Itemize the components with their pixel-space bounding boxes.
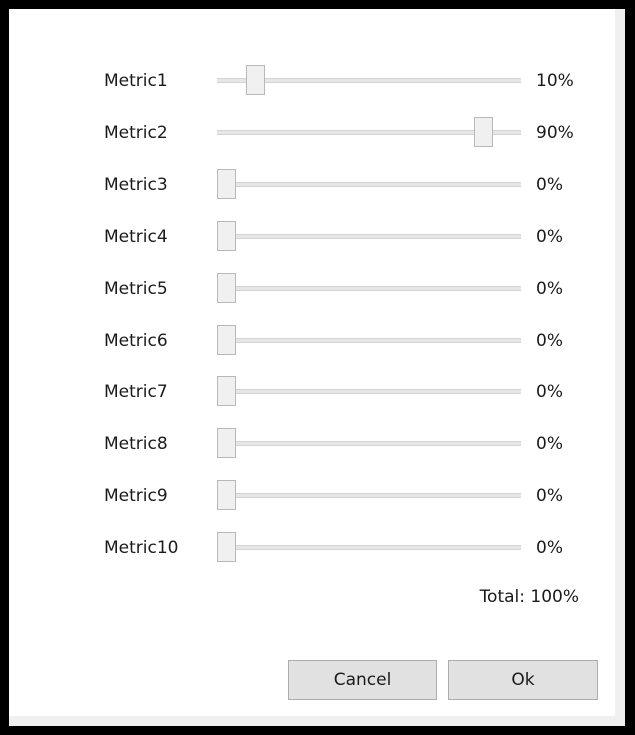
metric-label: Metric1 bbox=[104, 71, 168, 91]
metric-row: Metric7 0% bbox=[9, 372, 615, 412]
metric-label: Metric9 bbox=[104, 486, 168, 506]
metric-label: Metric6 bbox=[104, 331, 168, 351]
metric-label: Metric2 bbox=[104, 123, 168, 143]
metric-value: 0% bbox=[536, 279, 563, 299]
metric-label: Metric3 bbox=[104, 175, 168, 195]
slider-track[interactable] bbox=[217, 338, 521, 343]
metric-slider[interactable] bbox=[217, 528, 521, 568]
metric-value: 0% bbox=[536, 175, 563, 195]
metric-label: Metric8 bbox=[104, 434, 168, 454]
slider-thumb[interactable] bbox=[217, 273, 236, 303]
slider-thumb[interactable] bbox=[474, 117, 493, 147]
slider-thumb[interactable] bbox=[217, 221, 236, 251]
slider-thumb[interactable] bbox=[217, 325, 236, 355]
slider-track[interactable] bbox=[217, 493, 521, 498]
window-frame: Metric1 10% Metric2 90% Metric3 0% Metric4 0% Me… bbox=[0, 0, 635, 735]
metric-row: Metric1 10% bbox=[9, 61, 615, 101]
metric-slider[interactable] bbox=[217, 476, 521, 516]
metric-value: 0% bbox=[536, 486, 563, 506]
metric-slider[interactable] bbox=[217, 372, 521, 412]
metric-row: Metric8 0% bbox=[9, 424, 615, 464]
metric-label: Metric7 bbox=[104, 382, 168, 402]
metric-label: Metric4 bbox=[104, 227, 168, 247]
metric-weights-dialog: Metric1 10% Metric2 90% Metric3 0% Metric4 0% Me… bbox=[9, 9, 625, 726]
metric-row: Metric3 0% bbox=[9, 165, 615, 205]
metric-value: 0% bbox=[536, 382, 563, 402]
slider-track[interactable] bbox=[217, 441, 521, 446]
metric-value: 10% bbox=[536, 71, 574, 91]
slider-thumb[interactable] bbox=[246, 65, 265, 95]
metric-row: Metric9 0% bbox=[9, 476, 615, 516]
metric-value: 90% bbox=[536, 123, 574, 143]
metric-label: Metric10 bbox=[104, 538, 179, 558]
ok-button[interactable]: Ok bbox=[448, 660, 598, 700]
metric-value: 0% bbox=[536, 331, 563, 351]
slider-thumb[interactable] bbox=[217, 480, 236, 510]
metric-row: Metric6 0% bbox=[9, 321, 615, 361]
cancel-button[interactable]: Cancel bbox=[288, 660, 437, 700]
metric-slider[interactable] bbox=[217, 424, 521, 464]
slider-thumb[interactable] bbox=[217, 532, 236, 562]
metric-slider[interactable] bbox=[217, 113, 521, 153]
slider-track[interactable] bbox=[217, 286, 521, 291]
metric-label: Metric5 bbox=[104, 279, 168, 299]
metric-slider[interactable] bbox=[217, 269, 521, 309]
slider-track[interactable] bbox=[217, 182, 521, 187]
metric-value: 0% bbox=[536, 538, 563, 558]
slider-thumb[interactable] bbox=[217, 169, 236, 199]
metric-value: 0% bbox=[536, 227, 563, 247]
metric-slider[interactable] bbox=[217, 165, 521, 205]
total-label: Total: 100% bbox=[479, 587, 579, 607]
slider-thumb[interactable] bbox=[217, 428, 236, 458]
slider-track[interactable] bbox=[217, 545, 521, 550]
metric-row: Metric4 0% bbox=[9, 217, 615, 257]
metric-slider[interactable] bbox=[217, 61, 521, 101]
metric-row: Metric2 90% bbox=[9, 113, 615, 153]
metric-row: Metric10 0% bbox=[9, 528, 615, 568]
metric-slider[interactable] bbox=[217, 321, 521, 361]
metric-value: 0% bbox=[536, 434, 563, 454]
metric-row: Metric5 0% bbox=[9, 269, 615, 309]
slider-track[interactable] bbox=[217, 389, 521, 394]
slider-thumb[interactable] bbox=[217, 376, 236, 406]
metric-slider[interactable] bbox=[217, 217, 521, 257]
slider-track[interactable] bbox=[217, 234, 521, 239]
